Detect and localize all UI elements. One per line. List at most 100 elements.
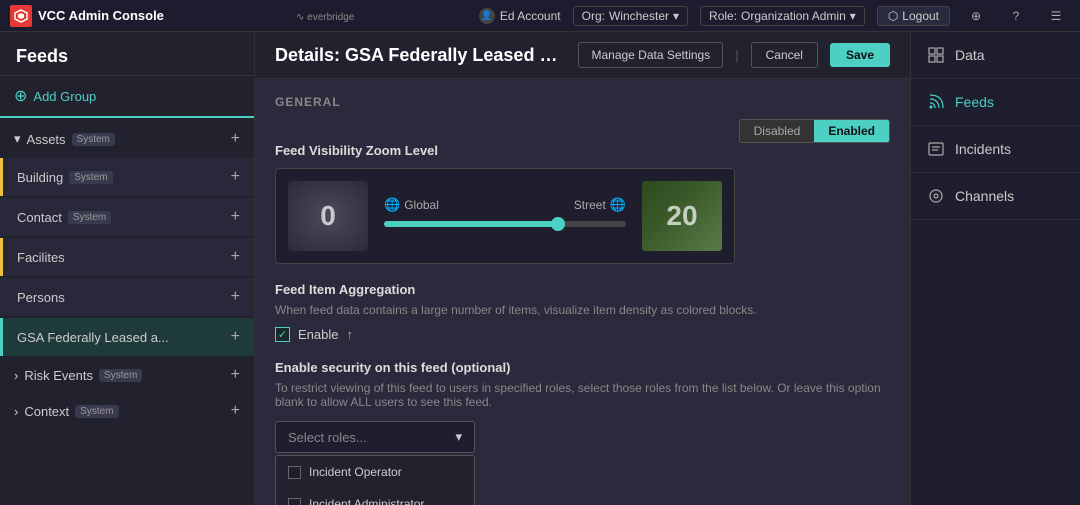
- dropdown-item-incident-operator[interactable]: Incident Operator: [276, 456, 474, 488]
- nav-org-label: Org:: [582, 9, 605, 23]
- gsa-add-button[interactable]: +: [231, 328, 240, 346]
- building-sys-badge: System: [69, 171, 112, 184]
- sidebar: Feeds ⊕ Add Group ▾ Assets System +: [0, 32, 255, 505]
- sidebar-section-assets-label: Assets: [27, 132, 66, 147]
- nav-role-selector[interactable]: Role: Organization Admin ▾: [700, 6, 865, 26]
- enable-disable-toggle[interactable]: Disabled Enabled: [739, 119, 890, 143]
- sidebar-section-assets-header[interactable]: ▾ Assets System +: [0, 122, 254, 156]
- zoom-right-number: 20: [666, 200, 697, 232]
- app-title: VCC Admin Console: [38, 8, 164, 23]
- zoom-left-number: 0: [320, 200, 336, 232]
- zoom-slider[interactable]: [384, 221, 626, 227]
- main-layout: Feeds ⊕ Add Group ▾ Assets System +: [0, 32, 1080, 505]
- assets-add-button[interactable]: +: [231, 130, 240, 148]
- chevron-down-icon: ▾: [673, 9, 679, 23]
- nav-brand-center: ∿ everbridge: [190, 8, 479, 24]
- sidebar-section-risk-label: Risk Events: [24, 368, 93, 383]
- main-content: Details: GSA Federally Leased and Owned …: [255, 32, 910, 505]
- risk-add-button[interactable]: +: [231, 366, 240, 384]
- save-button[interactable]: Save: [830, 43, 890, 67]
- enable-aggregation-checkbox[interactable]: ✓: [275, 327, 290, 342]
- sidebar-section-assets: ▾ Assets System + Building System +: [0, 122, 254, 356]
- zoom-global-label: Global: [404, 198, 439, 212]
- roles-dropdown-menu: Incident Operator Incident Administrator…: [275, 455, 475, 505]
- nav-user-name: Ed Account: [500, 9, 561, 23]
- sidebar-scroll: ▾ Assets System + Building System +: [0, 122, 254, 505]
- incident-admin-checkbox[interactable]: [288, 498, 301, 505]
- right-panel-feeds[interactable]: Feeds: [911, 79, 1080, 126]
- manage-data-settings-button[interactable]: Manage Data Settings: [578, 42, 723, 68]
- sidebar-item-persons[interactable]: Persons +: [0, 278, 254, 316]
- logo-icon: [10, 5, 32, 27]
- context-add-button[interactable]: +: [231, 402, 240, 420]
- right-panel-incidents[interactable]: Incidents: [911, 126, 1080, 173]
- select-roles-placeholder: Select roles...: [288, 430, 367, 445]
- risk-sys-badge: System: [99, 369, 142, 382]
- top-nav: VCC Admin Console ∿ everbridge 👤 Ed Acco…: [0, 0, 1080, 32]
- main-body: GENERAL Disabled Enabled Feed Visibility…: [255, 79, 910, 505]
- zoom-slider-fill: [384, 221, 558, 227]
- right-panel-incidents-label: Incidents: [955, 141, 1011, 157]
- sidebar-section-context: › Context System +: [0, 394, 254, 428]
- right-panel-data[interactable]: Data: [911, 32, 1080, 79]
- chevron-right-icon-2: ›: [14, 404, 18, 419]
- contact-sys-badge: System: [68, 211, 111, 224]
- right-panel-data-label: Data: [955, 47, 985, 63]
- right-panel-channels[interactable]: Channels: [911, 173, 1080, 220]
- sidebar-section-risk-events-header[interactable]: › Risk Events System +: [0, 358, 254, 392]
- dropdown-item-incident-admin[interactable]: Incident Administrator: [276, 488, 474, 505]
- security-desc: To restrict viewing of this feed to user…: [275, 381, 890, 409]
- zoom-street-label: Street: [574, 198, 606, 212]
- zoom-slider-area: 🌐 Global Street 🌐: [384, 197, 626, 235]
- nav-org-selector[interactable]: Org: Winchester ▾: [573, 6, 688, 26]
- persons-add-button[interactable]: +: [231, 288, 240, 306]
- help-icon-btn[interactable]: ?: [1002, 2, 1030, 30]
- aggregation-desc: When feed data contains a large number o…: [275, 303, 890, 317]
- enabled-toggle-button[interactable]: Enabled: [814, 120, 889, 142]
- incident-operator-checkbox[interactable]: [288, 466, 301, 479]
- sidebar-section-context-label: Context: [24, 404, 69, 419]
- add-group-icon: ⊕: [14, 86, 27, 106]
- sidebar-item-facilites[interactable]: Facilites +: [0, 238, 254, 276]
- add-group-button[interactable]: ⊕ Add Group: [0, 76, 254, 118]
- menu-icon-btn[interactable]: ☰: [1042, 2, 1070, 30]
- chevron-down-icon: ▾: [14, 131, 21, 147]
- nav-org-value: Winchester: [609, 9, 669, 23]
- enable-aggregation-label: Enable: [298, 327, 338, 342]
- zoom-label: Feed Visibility Zoom Level: [275, 143, 890, 158]
- sidebar-item-building[interactable]: Building System +: [0, 158, 254, 196]
- building-add-button[interactable]: +: [231, 168, 240, 186]
- gsa-label: GSA Federally Leased a...: [17, 330, 169, 345]
- incidents-icon: [927, 140, 945, 158]
- zoom-thumb-left: 0: [288, 181, 368, 251]
- sidebar-item-gsa[interactable]: GSA Federally Leased a... +: [0, 318, 254, 356]
- user-avatar-icon: 👤: [479, 8, 495, 24]
- nav-right: 👤 Ed Account Org: Winchester ▾ Role: Org…: [479, 2, 1070, 30]
- sidebar-header: Feeds: [0, 32, 254, 76]
- right-panel-channels-label: Channels: [955, 188, 1014, 204]
- cancel-button[interactable]: Cancel: [751, 42, 818, 68]
- facilites-add-button[interactable]: +: [231, 248, 240, 266]
- zoom-container: 0 🌐 Global Street 🌐: [275, 168, 735, 264]
- shield-icon-btn[interactable]: ⊕: [962, 2, 990, 30]
- chevron-down-icon: ▾: [850, 9, 856, 23]
- zoom-slider-handle[interactable]: [551, 217, 565, 231]
- general-section-title: GENERAL: [275, 95, 890, 109]
- nav-role-value: Organization Admin: [741, 9, 846, 23]
- select-roles-dropdown[interactable]: Select roles... ▾: [275, 421, 475, 453]
- sidebar-section-context-header[interactable]: › Context System +: [0, 394, 254, 428]
- context-sys-badge: System: [75, 405, 118, 418]
- add-group-label: Add Group: [33, 89, 96, 104]
- right-panel-feeds-label: Feeds: [955, 94, 994, 110]
- enable-aggregation-row: ✓ Enable ↑: [275, 327, 890, 342]
- check-icon: ✓: [278, 328, 287, 341]
- sidebar-item-contact[interactable]: Contact System +: [0, 198, 254, 236]
- disabled-toggle-button[interactable]: Disabled: [740, 120, 815, 142]
- logout-button[interactable]: ⬡ Logout: [877, 6, 950, 26]
- contact-add-button[interactable]: +: [231, 208, 240, 226]
- main-header: Details: GSA Federally Leased and Owned …: [255, 32, 910, 79]
- page-title: Details: GSA Federally Leased and Owned …: [275, 45, 566, 66]
- contact-label: Contact: [17, 210, 62, 225]
- globe-left-icon: 🌐: [384, 197, 400, 213]
- globe-right-icon: 🌐: [610, 197, 626, 213]
